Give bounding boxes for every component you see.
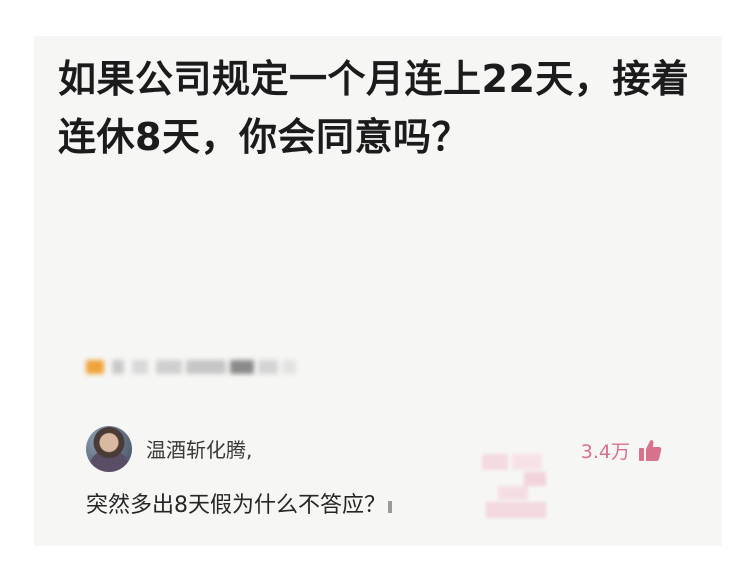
question-card: 如果公司规定一个月连上22天，接着连休8天，你会同意吗？ 温酒斩化腾, 3.4万…: [34, 36, 722, 546]
like-button[interactable]: 3.4万: [581, 436, 662, 464]
question-title[interactable]: 如果公司规定一个月连上22天，接着连休8天，你会同意吗？: [58, 50, 708, 166]
answer-username[interactable]: 温酒斩化腾,: [146, 438, 252, 462]
answer-header: 温酒斩化腾, 3.4万: [86, 426, 676, 476]
blurred-source-label: [86, 354, 300, 380]
like-count: 3.4万: [580, 440, 630, 463]
text-cursor-mark: [388, 501, 392, 513]
thumbs-up-icon[interactable]: [638, 438, 662, 462]
answer-body[interactable]: 突然多出8天假为什么不答应？: [86, 492, 392, 520]
user-avatar[interactable]: [86, 426, 132, 472]
answer-text: 突然多出8天假为什么不答应？: [86, 493, 386, 518]
